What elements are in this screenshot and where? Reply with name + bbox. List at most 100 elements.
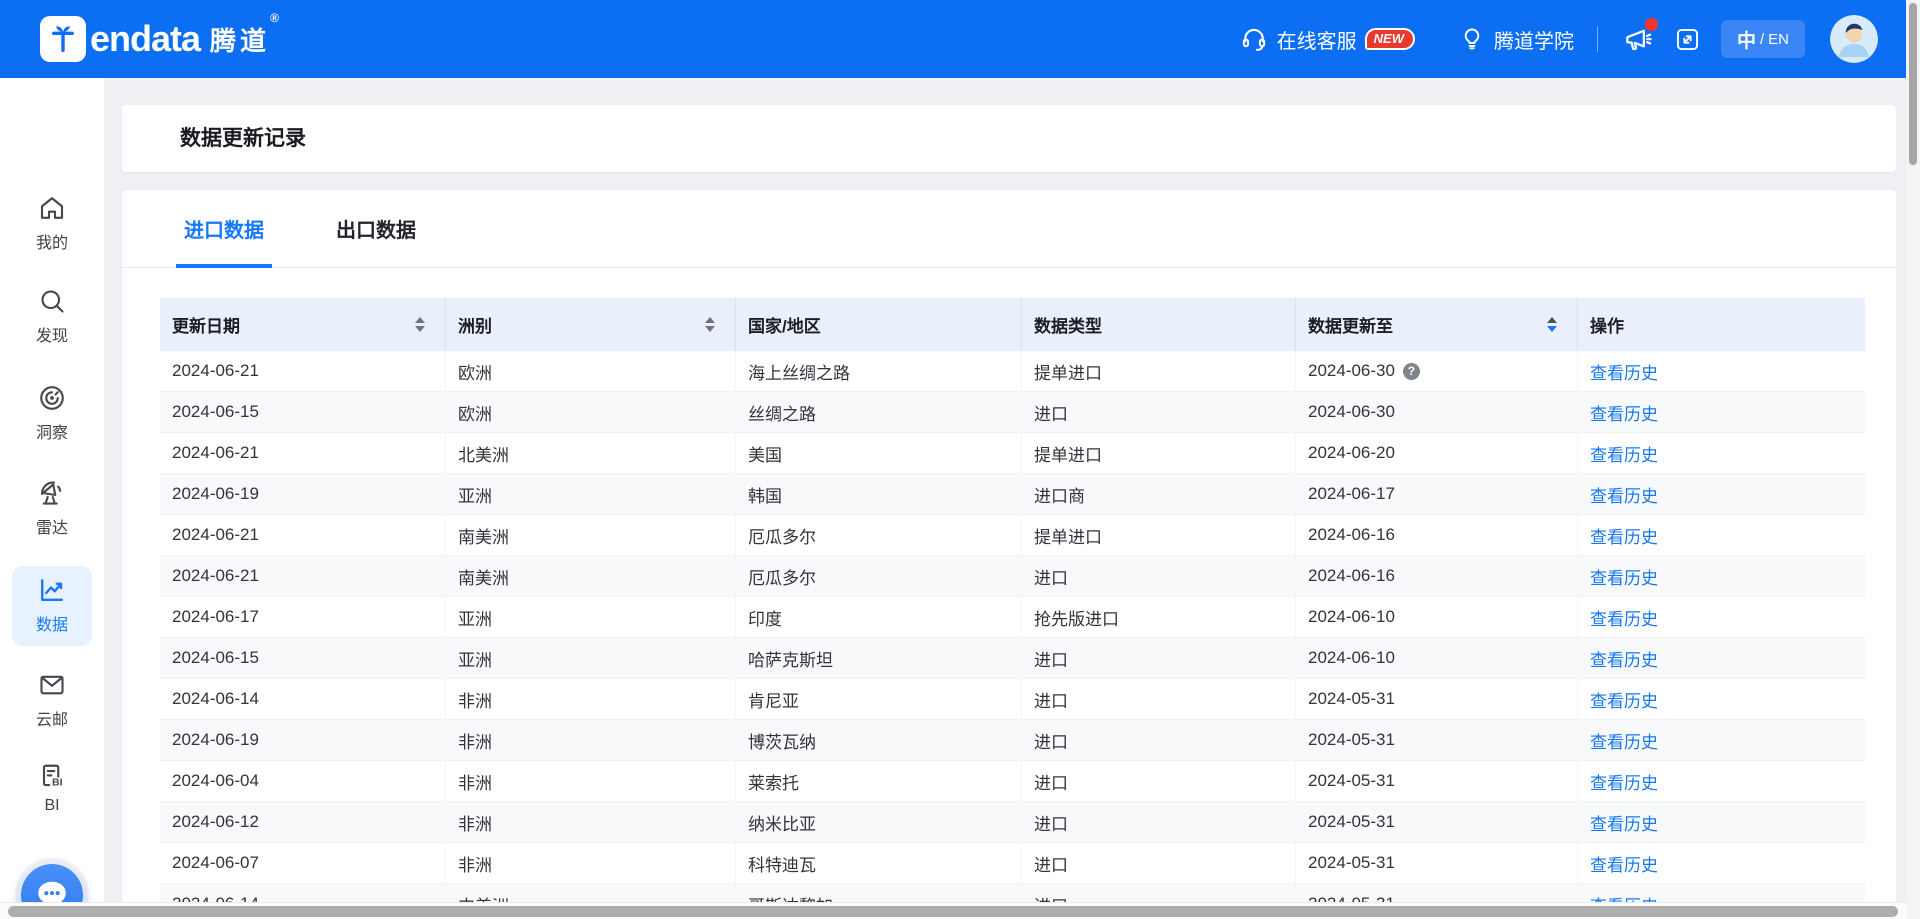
- view-history-link[interactable]: 查看历史: [1590, 359, 1658, 384]
- cell-data-type: 提单进口: [1022, 515, 1296, 555]
- title-card: 数据更新记录: [122, 105, 1896, 172]
- cell-actions: 查看历史: [1578, 474, 1865, 514]
- view-history-link[interactable]: 查看历史: [1590, 523, 1658, 548]
- view-history-link[interactable]: 查看历史: [1590, 728, 1658, 753]
- language-toggle[interactable]: 中 / EN: [1721, 20, 1805, 58]
- view-history-link[interactable]: 查看历史: [1590, 482, 1658, 507]
- cell-region: 海上丝绸之路: [736, 351, 1022, 391]
- view-history-link[interactable]: 查看历史: [1590, 810, 1658, 835]
- sort-control[interactable]: [1547, 317, 1557, 332]
- cell-actions: 查看历史: [1578, 720, 1865, 760]
- view-history-link[interactable]: 查看历史: [1590, 769, 1658, 794]
- cell-update-date: 2024-06-21: [160, 515, 446, 555]
- cell-update-date: 2024-06-12: [160, 802, 446, 842]
- tab-bar: 进口数据 出口数据: [122, 190, 1896, 268]
- sidebar-item-radar[interactable]: 雷达: [0, 478, 104, 538]
- cell-actions: 查看历史: [1578, 392, 1865, 432]
- cell-update-date: 2024-06-15: [160, 638, 446, 678]
- cell-region: 丝绸之路: [736, 392, 1022, 432]
- table-row: 2024-06-19 亚洲 韩国 进口商 2024-06-17? 查看历史: [160, 474, 1865, 515]
- cell-continent: 亚洲: [446, 474, 736, 514]
- cell-updated-to: 2024-05-31?: [1296, 761, 1578, 801]
- tab-export-data[interactable]: 出口数据: [336, 190, 416, 268]
- view-history-link[interactable]: 查看历史: [1590, 646, 1658, 671]
- table-row: 2024-06-21 欧洲 海上丝绸之路 提单进口 2024-06-30? 查看…: [160, 351, 1865, 392]
- sort-desc-icon: [1547, 326, 1557, 332]
- headset-icon: [1240, 25, 1268, 53]
- cell-update-date: 2024-06-21: [160, 556, 446, 596]
- user-avatar[interactable]: [1830, 15, 1878, 63]
- cell-actions: 查看历史: [1578, 351, 1865, 391]
- table-row: 2024-06-04 非洲 莱索托 进口 2024-05-31? 查看历史: [160, 761, 1865, 802]
- column-header-data-type: 数据类型: [1022, 298, 1296, 351]
- cell-data-type: 提单进口: [1022, 433, 1296, 473]
- sort-desc-icon: [705, 326, 715, 332]
- sort-control[interactable]: [705, 317, 715, 332]
- view-history-link[interactable]: 查看历史: [1590, 851, 1658, 876]
- announcement-button[interactable]: [1622, 23, 1654, 55]
- column-header-continent[interactable]: 洲别: [446, 298, 736, 351]
- cell-data-type: 进口: [1022, 638, 1296, 678]
- cell-update-date: 2024-06-07: [160, 843, 446, 883]
- logo-text: endata: [90, 21, 200, 57]
- cell-updated-to: 2024-06-30?: [1296, 351, 1578, 391]
- cell-data-type: 抢先版进口: [1022, 597, 1296, 637]
- sidebar-item-mine[interactable]: 我的: [0, 193, 104, 253]
- horizontal-scrollbar-thumb[interactable]: [8, 906, 1898, 917]
- tab-import-data[interactable]: 进口数据: [184, 190, 264, 268]
- search-icon: [37, 286, 67, 316]
- sort-asc-icon: [415, 317, 425, 323]
- cell-region: 肯尼亚: [736, 679, 1022, 719]
- vertical-scrollbar-thumb[interactable]: [1909, 3, 1917, 165]
- logo-plant-icon: [40, 16, 86, 62]
- academy-button[interactable]: 腾道学院: [1459, 25, 1574, 54]
- sidebar-item-cloudmail[interactable]: 云邮: [0, 670, 104, 730]
- cell-data-type: 进口: [1022, 802, 1296, 842]
- column-header-update-date[interactable]: 更新日期: [160, 298, 446, 351]
- sidebar-item-bi[interactable]: BI BI: [0, 761, 104, 815]
- cell-region: 厄瓜多尔: [736, 515, 1022, 555]
- view-history-link[interactable]: 查看历史: [1590, 441, 1658, 466]
- cell-actions: 查看历史: [1578, 515, 1865, 555]
- cell-actions: 查看历史: [1578, 556, 1865, 596]
- cell-actions: 查看历史: [1578, 433, 1865, 473]
- online-service-button[interactable]: 在线客服 NEW: [1240, 25, 1415, 54]
- cell-updated-to: 2024-06-20?: [1296, 433, 1578, 473]
- view-history-link[interactable]: 查看历史: [1590, 605, 1658, 630]
- bi-icon: BI: [37, 761, 67, 791]
- data-card: 进口数据 出口数据 更新日期 洲别 国家/地区 数据类型: [122, 190, 1896, 919]
- cell-region: 博茨瓦纳: [736, 720, 1022, 760]
- cell-continent: 亚洲: [446, 638, 736, 678]
- cell-region: 莱索托: [736, 761, 1022, 801]
- help-icon[interactable]: ?: [1403, 363, 1420, 380]
- table-row: 2024-06-21 南美洲 厄瓜多尔 提单进口 2024-06-16? 查看历…: [160, 515, 1865, 556]
- view-history-link[interactable]: 查看历史: [1590, 687, 1658, 712]
- registered-mark: ®: [270, 11, 283, 25]
- cell-data-type: 进口: [1022, 843, 1296, 883]
- cell-continent: 非洲: [446, 802, 736, 842]
- sidebar-item-discover[interactable]: 发现: [0, 286, 104, 346]
- sidebar-item-data[interactable]: 数据: [0, 575, 104, 635]
- cell-actions: 查看历史: [1578, 679, 1865, 719]
- table-row: 2024-06-17 亚洲 印度 抢先版进口 2024-06-10? 查看历史: [160, 597, 1865, 638]
- view-history-link[interactable]: 查看历史: [1590, 400, 1658, 425]
- brand-logo[interactable]: endata 腾道®: [40, 16, 283, 62]
- column-header-updated-to[interactable]: 数据更新至: [1296, 298, 1578, 351]
- logo-cn-text: 腾道®: [210, 21, 283, 58]
- cell-data-type: 进口商: [1022, 474, 1296, 514]
- sidebar-item-insight[interactable]: 洞察: [0, 383, 104, 443]
- cell-data-type: 进口: [1022, 761, 1296, 801]
- vertical-scrollbar-track[interactable]: [1906, 0, 1920, 919]
- cell-continent: 欧洲: [446, 392, 736, 432]
- cell-data-type: 进口: [1022, 556, 1296, 596]
- cell-update-date: 2024-06-21: [160, 351, 446, 391]
- lang-en: EN: [1768, 31, 1789, 48]
- sort-control[interactable]: [415, 317, 425, 332]
- cell-region: 科特迪瓦: [736, 843, 1022, 883]
- cell-continent: 南美洲: [446, 556, 736, 596]
- horizontal-scrollbar-track[interactable]: [0, 902, 1906, 919]
- cell-continent: 非洲: [446, 761, 736, 801]
- view-history-link[interactable]: 查看历史: [1590, 564, 1658, 589]
- cell-updated-to: 2024-06-30?: [1296, 392, 1578, 432]
- fullscreen-button[interactable]: [1674, 26, 1701, 53]
